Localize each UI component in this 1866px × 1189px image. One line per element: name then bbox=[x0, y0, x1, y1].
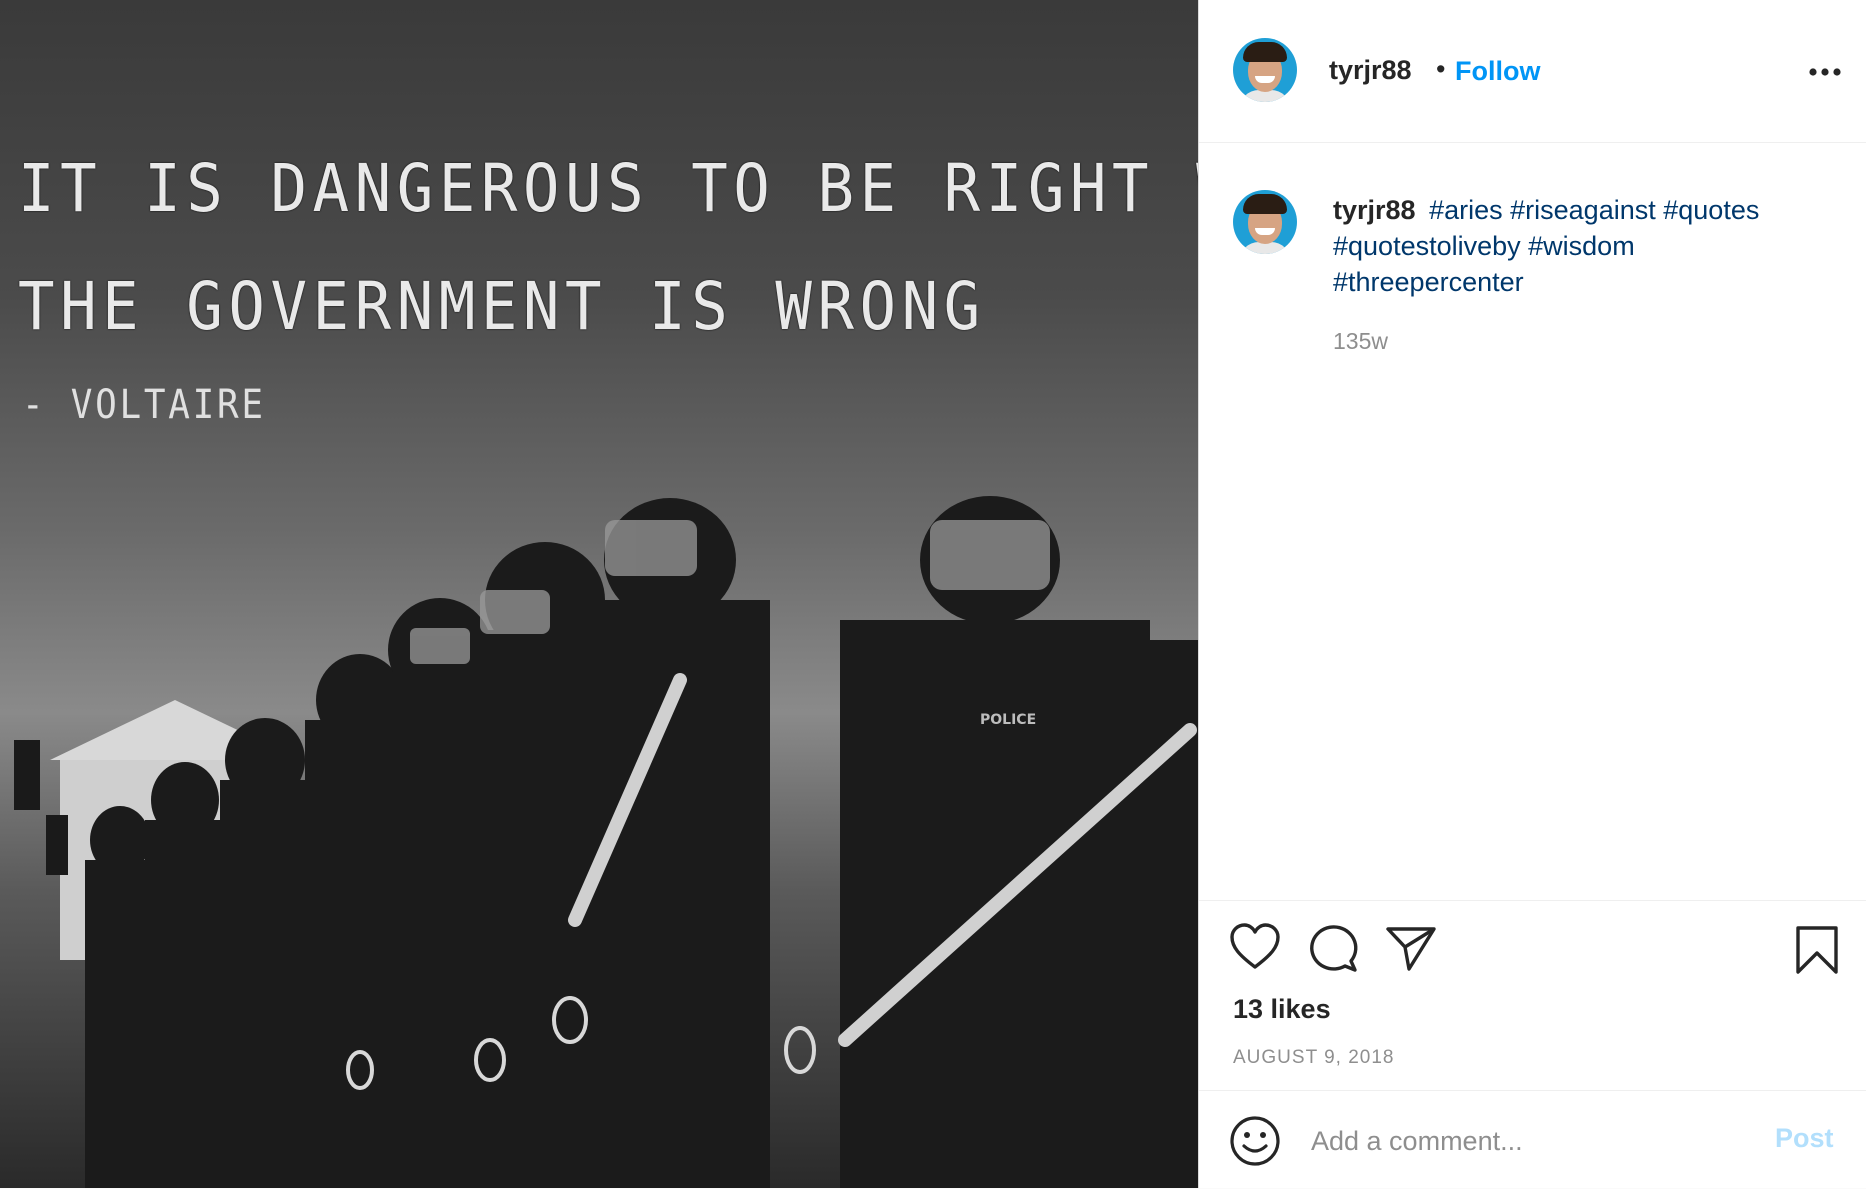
police-badge-text: POLICE bbox=[980, 712, 1036, 728]
hashtag-link[interactable]: #riseagainst bbox=[1510, 195, 1656, 225]
likes-count[interactable]: 13 likes bbox=[1233, 994, 1331, 1025]
post-comment-button[interactable]: Post bbox=[1775, 1123, 1834, 1154]
hashtag-link[interactable]: #aries bbox=[1429, 195, 1503, 225]
post-date[interactable]: AUGUST 9, 2018 bbox=[1233, 1047, 1395, 1069]
hashtag-link[interactable]: #wisdom bbox=[1528, 231, 1635, 261]
hashtag-link[interactable]: #quotes bbox=[1663, 195, 1759, 225]
header-separator: • bbox=[1436, 54, 1446, 84]
caption-timestamp[interactable]: 135w bbox=[1333, 328, 1388, 355]
comment-box: Post bbox=[1199, 1090, 1866, 1189]
header-username[interactable]: tyrjr88 bbox=[1329, 55, 1412, 86]
post-actions: 13 likes AUGUST 9, 2018 bbox=[1199, 900, 1866, 1091]
emoji-icon[interactable] bbox=[1229, 1115, 1281, 1172]
share-icon[interactable] bbox=[1385, 925, 1437, 976]
quote-author: - VOLTAIRE bbox=[22, 382, 266, 428]
caption-username[interactable]: tyrjr88 bbox=[1333, 195, 1416, 225]
post-sidebar: tyrjr88 • Follow tyrjr88 #aries #riseaga… bbox=[1198, 0, 1866, 1188]
avatar[interactable] bbox=[1233, 38, 1297, 102]
hashtag-link[interactable]: #quotestoliveby bbox=[1333, 231, 1521, 261]
instagram-post: POLICE IT IS DANGEROUS TO BE RIGHT WHEN … bbox=[0, 0, 1866, 1188]
post-header: tyrjr88 • Follow bbox=[1199, 0, 1866, 143]
caption-avatar[interactable] bbox=[1233, 190, 1297, 254]
heart-icon[interactable] bbox=[1229, 923, 1281, 976]
follow-button[interactable]: Follow bbox=[1455, 56, 1540, 87]
quote-line-1: IT IS DANGEROUS TO BE RIGHT WHEN bbox=[18, 150, 1198, 227]
comment-input[interactable] bbox=[1309, 1119, 1753, 1163]
bookmark-icon[interactable] bbox=[1795, 925, 1839, 980]
post-image[interactable]: POLICE IT IS DANGEROUS TO BE RIGHT WHEN … bbox=[0, 0, 1198, 1188]
caption-text: tyrjr88 #aries #riseagainst #quotes #quo… bbox=[1333, 192, 1833, 300]
quote-line-2: THE GOVERNMENT IS WRONG bbox=[18, 268, 986, 345]
quote-text: IT IS DANGEROUS TO BE RIGHT WHEN THE GOV… bbox=[18, 130, 1198, 366]
more-horizontal-icon[interactable] bbox=[1805, 54, 1845, 90]
hashtag-link[interactable]: #threepercenter bbox=[1333, 267, 1524, 297]
comment-icon[interactable] bbox=[1307, 923, 1359, 978]
